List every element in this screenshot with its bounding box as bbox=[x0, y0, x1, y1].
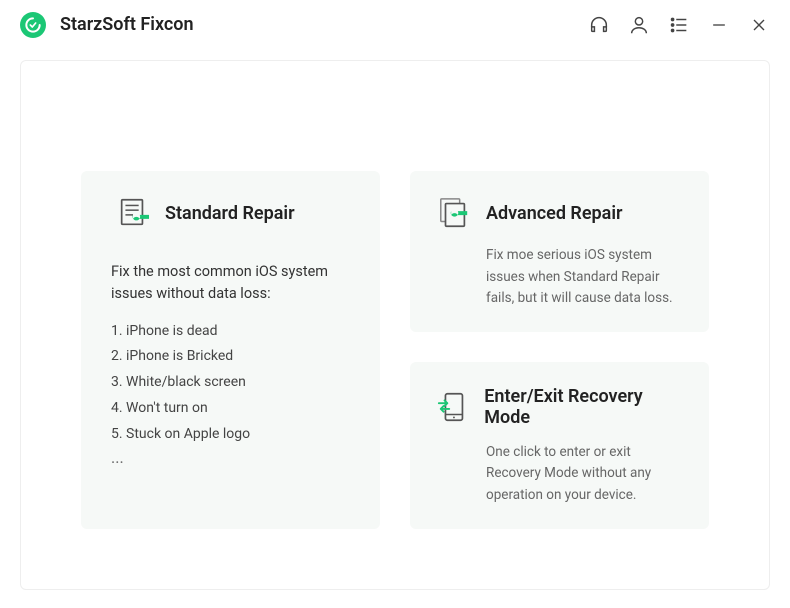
support-icon[interactable] bbox=[586, 12, 612, 38]
main-panel: Standard Repair Fix the most common iOS … bbox=[20, 60, 770, 590]
standard-repair-card[interactable]: Standard Repair Fix the most common iOS … bbox=[81, 171, 380, 529]
app-logo bbox=[20, 12, 46, 38]
list-item: 1. iPhone is dead bbox=[111, 319, 354, 345]
app-title: StarzSoft Fixcon bbox=[60, 14, 194, 35]
recovery-mode-card[interactable]: Enter/Exit Recovery Mode One click to en… bbox=[410, 362, 709, 529]
card-header: Enter/Exit Recovery Mode bbox=[436, 386, 683, 428]
standard-repair-title: Standard Repair bbox=[165, 203, 295, 224]
mode-grid: Standard Repair Fix the most common iOS … bbox=[81, 171, 709, 529]
card-header: Standard Repair bbox=[115, 195, 354, 231]
advanced-repair-card[interactable]: Advanced Repair Fix moe serious iOS syst… bbox=[410, 171, 709, 332]
close-button[interactable] bbox=[746, 12, 772, 38]
stacked-document-wrench-icon bbox=[436, 195, 472, 231]
phone-arrows-icon bbox=[436, 389, 470, 425]
list-item: 3. White/black screen bbox=[111, 370, 354, 396]
menu-icon[interactable] bbox=[666, 12, 692, 38]
advanced-repair-title: Advanced Repair bbox=[486, 203, 623, 224]
list-item: 5. Stuck on Apple logo bbox=[111, 422, 354, 448]
titlebar: StarzSoft Fixcon bbox=[0, 0, 790, 50]
list-item: 4. Won't turn on bbox=[111, 396, 354, 422]
standard-repair-description: Fix the most common iOS system issues wi… bbox=[111, 261, 354, 305]
advanced-repair-description: Fix moe serious iOS system issues when S… bbox=[486, 245, 683, 310]
document-wrench-icon bbox=[115, 195, 151, 231]
standard-repair-list: 1. iPhone is dead 2. iPhone is Bricked 3… bbox=[111, 319, 354, 448]
recovery-mode-description: One click to enter or exit Recovery Mode… bbox=[486, 442, 683, 507]
list-item: 2. iPhone is Bricked bbox=[111, 344, 354, 370]
card-header: Advanced Repair bbox=[436, 195, 683, 231]
titlebar-actions bbox=[586, 12, 772, 38]
account-icon[interactable] bbox=[626, 12, 652, 38]
list-more: ... bbox=[111, 448, 354, 467]
recovery-mode-title: Enter/Exit Recovery Mode bbox=[484, 386, 683, 428]
minimize-button[interactable] bbox=[706, 12, 732, 38]
